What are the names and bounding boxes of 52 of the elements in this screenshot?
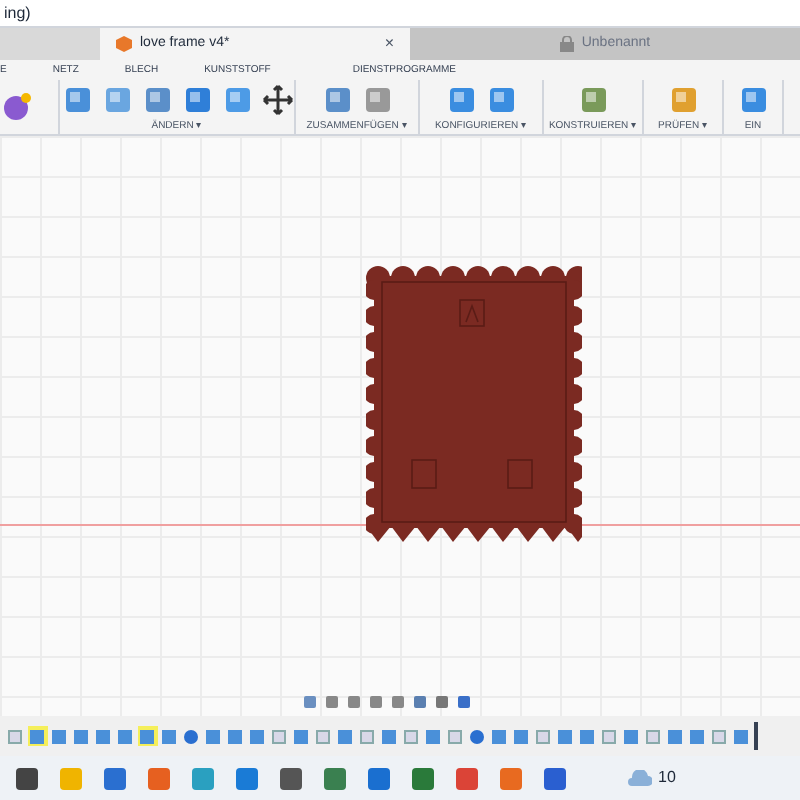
sphere-icon[interactable]	[0, 90, 32, 123]
timeline-feature[interactable]	[578, 726, 597, 746]
timeline-feature[interactable]	[644, 726, 663, 746]
cloud-icon[interactable]	[628, 770, 652, 786]
clock-text: 10	[658, 766, 676, 790]
timeline-feature[interactable]	[50, 726, 69, 746]
taskbar-app-icon[interactable]	[324, 767, 346, 789]
taskbar-app-icon[interactable]	[456, 767, 478, 789]
timeline-feature[interactable]	[28, 726, 47, 746]
timeline-feature[interactable]	[490, 726, 509, 746]
timeline-feature[interactable]	[600, 726, 619, 746]
timeline-feature[interactable]	[666, 726, 685, 746]
timeline-feature[interactable]	[710, 726, 729, 746]
timeline-feature[interactable]	[732, 726, 751, 746]
timeline-feature[interactable]	[94, 726, 113, 746]
address-text: ing)	[4, 1, 31, 25]
timeline-feature[interactable]	[446, 726, 465, 746]
taskbar-app-icon[interactable]	[280, 767, 302, 789]
cube-icon	[116, 36, 132, 52]
timeline-feature[interactable]	[534, 726, 553, 746]
taskbar-app-icon[interactable]	[368, 767, 390, 789]
taskbar-app-icon[interactable]	[236, 767, 258, 789]
timeline-feature[interactable]	[358, 726, 377, 746]
timeline-feature[interactable]	[204, 726, 223, 746]
timeline-feature[interactable]	[6, 726, 25, 746]
taskbar-app-icon[interactable]	[104, 767, 126, 789]
timeline-feature[interactable]	[336, 726, 355, 746]
timeline-feature[interactable]	[182, 726, 201, 746]
timeline-feature[interactable]	[314, 726, 333, 746]
timeline-marker[interactable]	[754, 722, 758, 750]
timeline-feature[interactable]	[380, 726, 399, 746]
timeline-feature[interactable]	[72, 726, 91, 746]
timeline-feature[interactable]	[424, 726, 443, 746]
timeline-feature[interactable]	[116, 726, 135, 746]
timeline-feature[interactable]	[622, 726, 641, 746]
taskbar-app-icon[interactable]	[544, 767, 566, 789]
timeline-feature[interactable]	[512, 726, 531, 746]
timeline-feature[interactable]	[160, 726, 179, 746]
lock-icon	[559, 36, 574, 52]
timeline-feature[interactable]	[138, 726, 157, 746]
timeline-feature[interactable]	[468, 726, 487, 746]
timeline-feature[interactable]	[226, 726, 245, 746]
timeline-feature[interactable]	[248, 726, 267, 746]
taskbar-app-icon[interactable]	[16, 767, 38, 789]
timeline-feature[interactable]	[402, 726, 421, 746]
timeline-feature[interactable]	[556, 726, 575, 746]
timeline-feature[interactable]	[688, 726, 707, 746]
close-button[interactable]: ×	[384, 32, 394, 56]
timeline-feature[interactable]	[270, 726, 289, 746]
timeline-feature[interactable]	[292, 726, 311, 746]
taskbar-app-icon[interactable]	[412, 767, 434, 789]
move-icon[interactable]	[261, 83, 293, 115]
